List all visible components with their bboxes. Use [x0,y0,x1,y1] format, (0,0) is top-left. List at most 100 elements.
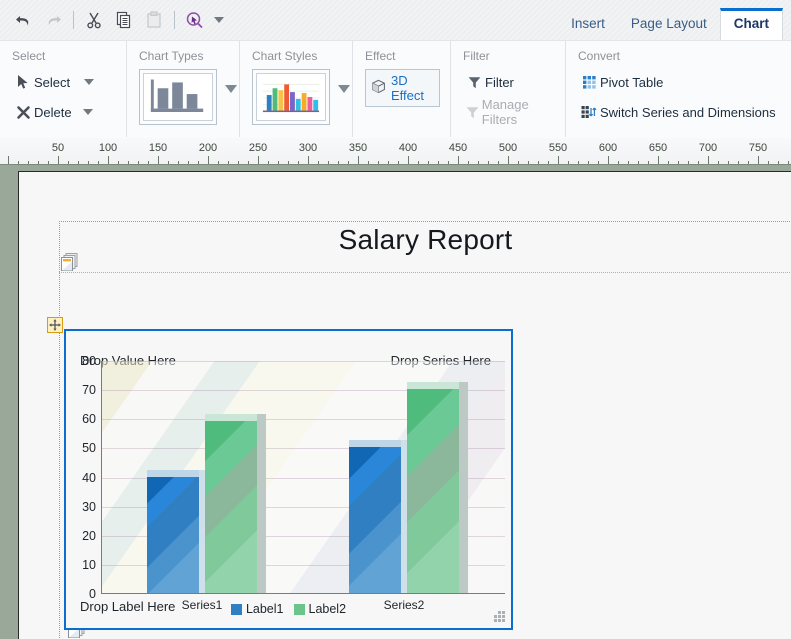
ribbon-group-convert: Convert Pivot Table Switch Series and Di… [565,41,791,137]
pivot-grid-icon [578,75,600,90]
ruler-label: 400 [398,142,418,154]
select-command-label: Select [34,74,71,90]
y-axis-line [101,361,102,594]
ribbon-group-select: Select Select Delete [0,41,126,137]
chart-move-handle[interactable] [47,317,63,333]
cube-icon [371,79,386,97]
zoom-dropdown-caret[interactable] [214,17,224,23]
stacked-pages-icon[interactable] [60,252,80,277]
group-title: Select [12,49,46,63]
paste-icon[interactable] [139,5,169,35]
ribbon-group-chart-types: Chart Types [126,41,239,137]
page-title[interactable]: Salary Report [59,224,791,256]
report-page[interactable]: Salary Report Drop Drop Label Here 0 10 … [18,171,791,639]
filter-command-label: Filter [485,74,514,90]
legend-swatch [293,603,305,615]
ruler-label: 250 [248,142,268,154]
chart-bar[interactable] [147,469,208,593]
ribbon: Insert Page Layout Chart Select Select D… [0,0,791,138]
chart-types-gallery-button[interactable] [139,69,217,125]
tab-page-layout[interactable]: Page Layout [618,10,720,40]
legend-label: Label2 [308,602,347,616]
y-axis-tick-label: 0 [89,587,96,601]
chart-bar[interactable] [205,414,266,593]
chart-plot-area[interactable]: 0 10 20 30 40 50 60 70 80 Series1 Series2 [82,354,505,612]
copy-icon[interactable] [109,5,139,35]
chart-content: Drop Value Here Drop Series Here Drop La… [70,335,507,624]
switch-series-dimensions-command-label: Switch Series and Dimensions [600,104,776,120]
y-axis-tick-label: 20 [82,528,96,543]
ruler-label: 550 [548,142,568,154]
chart-bar[interactable] [407,382,468,593]
ruler-label: 600 [598,142,618,154]
switch-arrows-icon [578,105,600,120]
chart-styles-dropdown-caret[interactable] [338,85,350,93]
ruler-label: 750 [748,142,768,154]
y-axis-tick-label: 30 [82,499,96,514]
y-axis-tick-label: 50 [82,441,96,456]
funnel-icon [463,75,485,90]
manage-filters-command-label: Manage Filters [481,97,529,127]
chart-widget[interactable]: Drop Value Here Drop Series Here Drop La… [64,329,513,630]
ribbon-tabs: Insert Page Layout Chart [558,0,783,40]
ruler-label: 650 [648,142,668,154]
cursor-arrow-icon [12,74,34,90]
design-canvas[interactable]: Salary Report Drop Drop Label Here 0 10 … [0,166,791,639]
cut-icon[interactable] [79,5,109,35]
undo-icon[interactable] [8,5,38,35]
y-axis-tick-label: 80 [82,354,96,368]
pivot-table-command[interactable]: Pivot Table [578,69,781,95]
horizontal-ruler[interactable]: 50 100 150 200 250 300 350 400 450 500 550 600 650 70… [0,138,791,166]
ruler-label: 100 [98,142,118,154]
legend-item[interactable]: Label2 [293,602,347,616]
ruler-label: 150 [148,142,168,154]
chart-resize-handle[interactable] [494,611,505,622]
ruler-label: 700 [698,142,718,154]
delete-dropdown-caret[interactable] [82,109,93,115]
chart-types-dropdown-caret[interactable] [225,85,237,93]
gridline [101,361,505,362]
y-axis-tick-label: 60 [82,412,96,427]
toolbar-divider [73,11,74,29]
ruler-label: 200 [198,142,218,154]
ruler-label: 450 [448,142,468,154]
y-axis-tick-label: 70 [82,383,96,398]
group-title: Effect [365,49,396,63]
ruler-label: 350 [348,142,368,154]
tab-chart[interactable]: Chart [719,8,783,40]
ribbon-group-filter: Filter Filter Manage Filters [450,41,565,137]
filter-command[interactable]: Filter [463,69,555,95]
region-separator [59,272,791,273]
manage-filters-command[interactable]: Manage Filters [463,97,555,127]
select-dropdown-caret[interactable] [84,79,95,85]
zoom-pointer-icon[interactable] [180,5,210,35]
switch-series-dimensions-command[interactable]: Switch Series and Dimensions [578,99,781,125]
group-title: Chart Types [139,49,204,63]
redo-icon[interactable] [38,5,68,35]
chart-bar[interactable] [349,440,410,593]
y-axis-tick-label: 10 [82,557,96,572]
chart-styles-gallery-button[interactable] [252,69,330,125]
legend-item[interactable]: Label1 [230,602,284,616]
ribbon-group-chart-styles: Chart Styles [239,41,352,137]
ruler-baseline [0,164,791,165]
pivot-table-command-label: Pivot Table [600,74,664,90]
ruler-label: 500 [498,142,518,154]
delete-command[interactable]: Delete [12,99,72,125]
x-axis-line [101,593,505,594]
group-title: Convert [578,49,621,63]
legend-swatch [230,603,242,615]
colored-chart-thumbnail-icon [256,73,326,121]
delete-command-label: Delete [34,104,72,120]
funnel-grey-icon [463,105,482,120]
3d-effect-button[interactable]: 3D Effect [365,69,440,107]
ribbon-groups: Select Select Delete Chart Types Chart S… [0,40,791,138]
select-command[interactable]: Select [12,69,70,95]
x-cross-icon [12,105,34,120]
ruler-label: 300 [298,142,318,154]
application-window: Insert Page Layout Chart Select Select D… [0,0,791,639]
toolbar-divider [174,11,175,29]
ribbon-group-effect: Effect 3D Effect [352,41,450,137]
ruler-label: 50 [51,142,65,154]
tab-insert[interactable]: Insert [558,10,618,40]
